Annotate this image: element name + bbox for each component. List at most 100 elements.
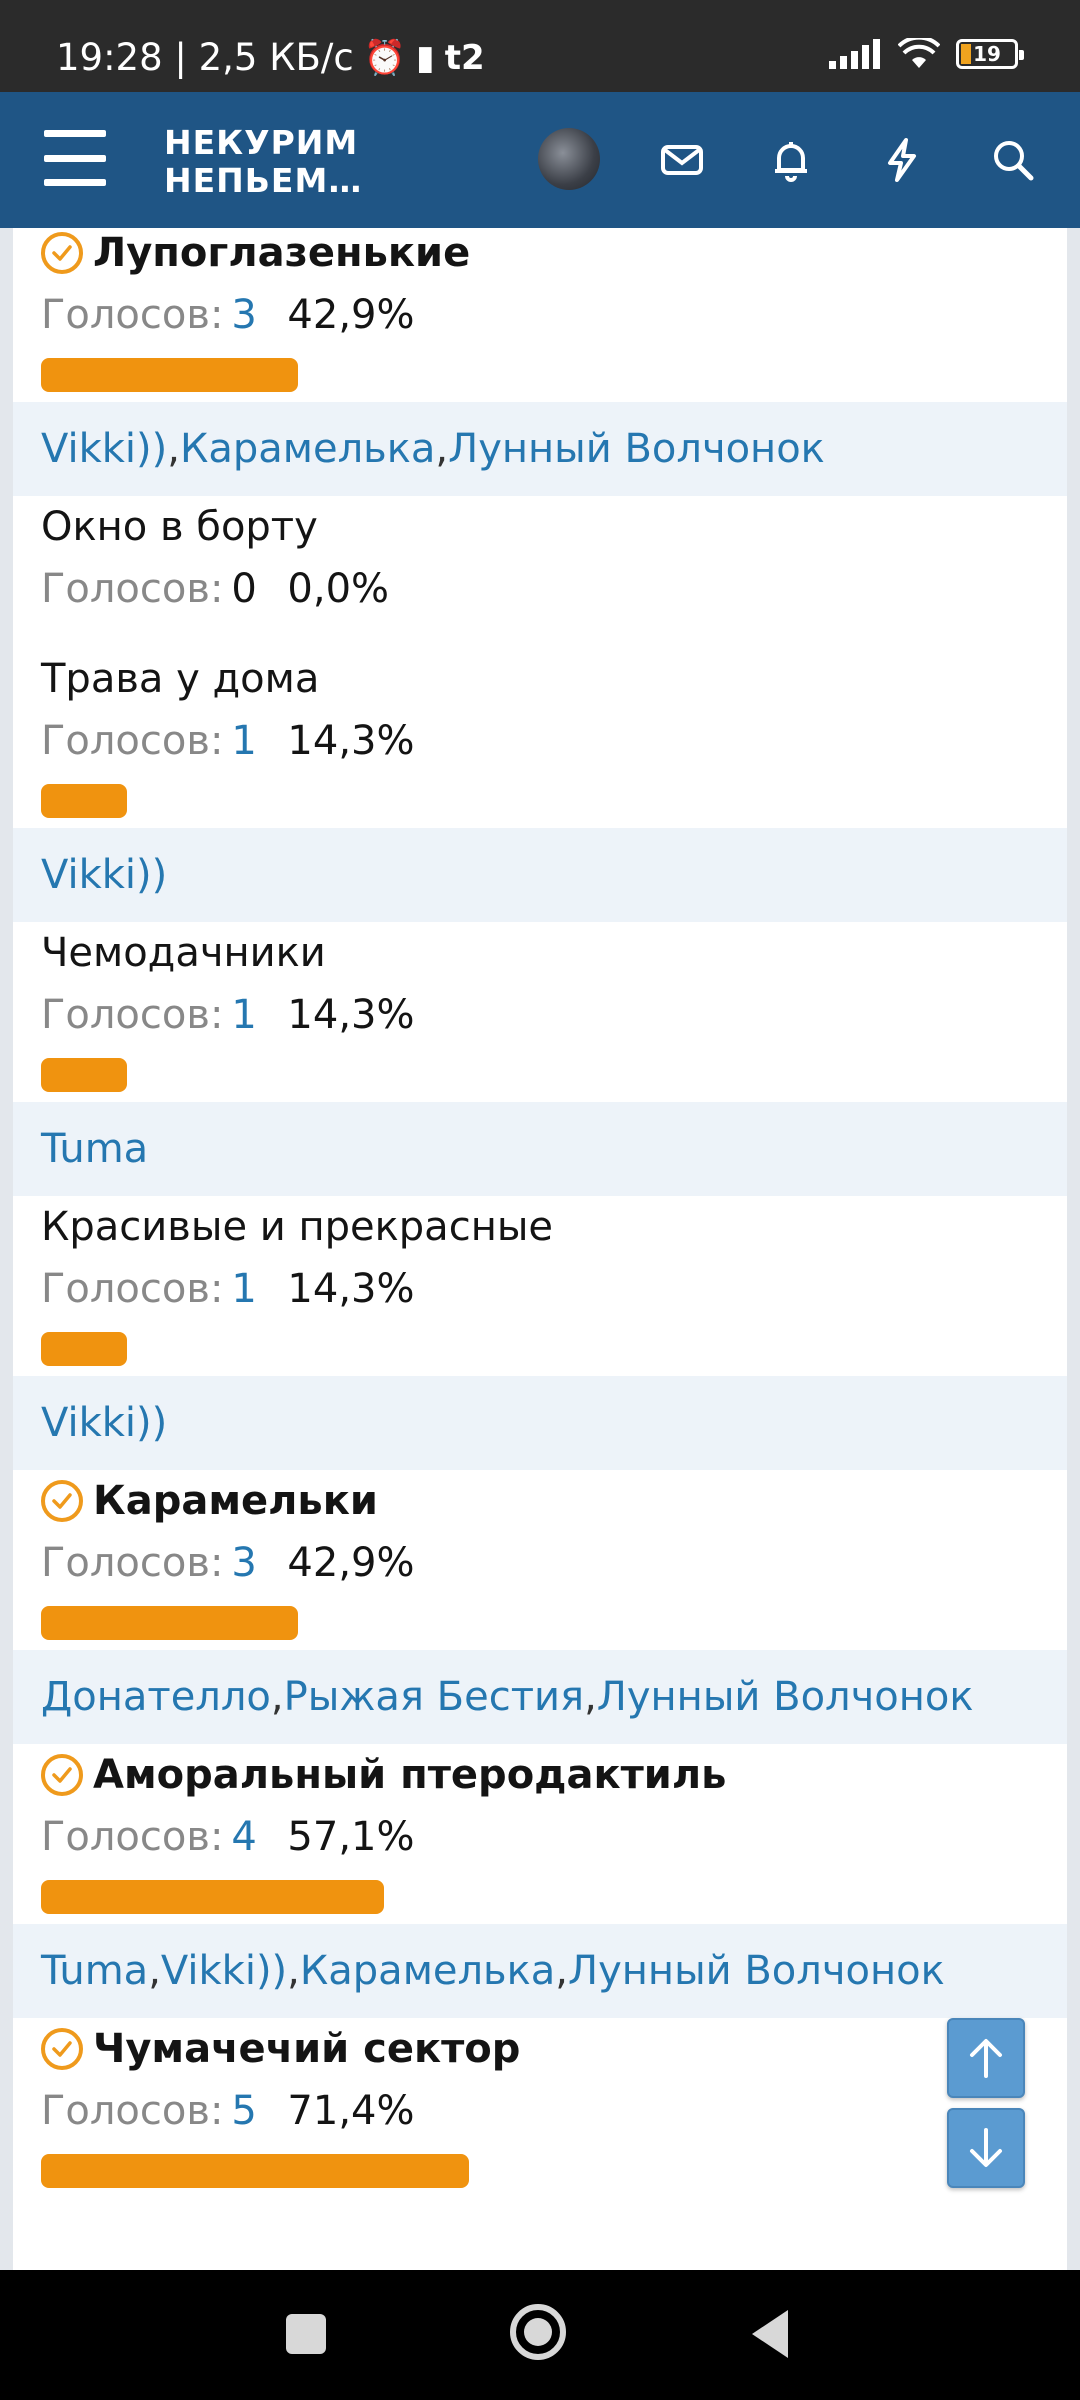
scroll-down-button[interactable] [947, 2108, 1025, 2188]
vote-count[interactable]: 4 [231, 1814, 287, 1860]
wifi-icon [898, 38, 940, 68]
vote-stats: Голосов: 5 71,4% [41, 2080, 1067, 2142]
option-title-text: Карамельки [93, 1478, 378, 1524]
battery-level: 19 [973, 42, 1001, 66]
poll-option: Окно в борту Голосов: 0 0,0% [13, 496, 1067, 648]
site-logo[interactable]: НЕКУРИМ НЕПЬЕМ… [164, 124, 362, 200]
vote-count[interactable]: 5 [231, 2088, 287, 2134]
vote-bar-track [41, 346, 1067, 402]
vote-percent: 14,3% [287, 992, 415, 1038]
vote-count[interactable]: 3 [231, 1540, 287, 1586]
voter-link[interactable]: Vikki)) [161, 1948, 287, 1994]
voter-separator: , [148, 1948, 161, 1994]
voter-link[interactable]: Vikki)) [41, 426, 167, 472]
vote-count[interactable]: 1 [231, 1266, 287, 1312]
vote-stats: Голосов: 3 42,9% [41, 1532, 1067, 1594]
vote-bar [41, 358, 298, 392]
voter-link[interactable]: Vikki)) [41, 852, 167, 898]
vote-bar-track [41, 2142, 1067, 2198]
check-circle-icon [41, 1754, 83, 1796]
poll-option: Аморальный птеродактиль Голосов: 4 57,1% [13, 1744, 1067, 1924]
vote-bar [41, 2154, 469, 2188]
vote-stats: Голосов: 1 14,3% [41, 1258, 1067, 1320]
voter-link[interactable]: Tuma [41, 1948, 148, 1994]
poll-option: Чемодачники Голосов: 1 14,3% [13, 922, 1067, 1102]
voters-list: Vikki)) [13, 828, 1067, 922]
status-bar: 19:28 | 2,5 КБ/с ⏰ ▮ t2 19 [0, 0, 1080, 92]
option-title-text: Лупоглазенькие [93, 230, 471, 276]
vote-bar-track [41, 1046, 1067, 1102]
voter-link[interactable]: Донателло [41, 1674, 271, 1720]
vote-percent: 14,3% [287, 718, 415, 764]
logo-line-2: НЕПЬЕМ… [164, 161, 363, 200]
home-button[interactable] [510, 2304, 566, 2360]
votes-label: Голосов: [41, 718, 224, 764]
alarm-icon: ⏰ [363, 37, 407, 78]
mail-icon[interactable] [654, 132, 710, 188]
vote-percent: 71,4% [287, 2088, 415, 2134]
vote-percent: 0,0% [287, 566, 390, 612]
poll-option: Лупоглазенькие Голосов: 3 42,9% [13, 228, 1067, 402]
option-title: Карамельки [41, 1470, 1067, 1532]
votes-label: Голосов: [41, 566, 224, 612]
voter-link[interactable]: Лунный Волчонок [568, 1948, 945, 1994]
carrier-label: t2 [444, 37, 485, 78]
option-title: Красивые и прекрасные [41, 1196, 1067, 1258]
option-title: Лупоглазенькие [41, 228, 1067, 284]
voter-link[interactable]: Vikki)) [41, 1400, 167, 1446]
votes-label: Голосов: [41, 992, 224, 1038]
menu-icon[interactable] [44, 130, 106, 186]
vote-stats: Голосов: 1 14,3% [41, 984, 1067, 1046]
vote-count[interactable]: 1 [231, 992, 287, 1038]
arrow-up-icon [970, 2039, 1002, 2078]
vote-percent: 42,9% [287, 292, 415, 338]
vote-bar [41, 1880, 384, 1914]
voters-list: Tuma [13, 1102, 1067, 1196]
voters-list: Tuma, Vikki)), Карамелька, Лунный Волчон… [13, 1924, 1067, 2018]
system-nav-bar [0, 2270, 1080, 2400]
voters-list: Vikki)), Карамелька, Лунный Волчонок [13, 402, 1067, 496]
scroll-up-button[interactable] [947, 2018, 1025, 2098]
option-title-text: Аморальный птеродактиль [93, 1752, 727, 1798]
option-title: Окно в борту [41, 496, 1067, 558]
voter-link[interactable]: Лунный Волчонок [448, 426, 825, 472]
signal-icon [829, 39, 880, 69]
voter-link[interactable]: Tuma [41, 1126, 148, 1172]
option-title-text: Окно в борту [41, 504, 318, 550]
votes-label: Голосов: [41, 1540, 224, 1586]
poll-option: Трава у дома Голосов: 1 14,3% [13, 648, 1067, 828]
vote-count[interactable]: 3 [231, 292, 287, 338]
recents-button[interactable] [286, 2314, 326, 2354]
poll-option: Чумачечий сектор Голосов: 5 71,4% [13, 2018, 1067, 2198]
voter-link[interactable]: Рыжая Бестия [284, 1674, 584, 1720]
vote-bar-track [41, 1868, 1067, 1924]
option-title-text: Трава у дома [41, 656, 320, 702]
time-and-speed: 19:28 | 2,5 КБ/с [56, 36, 354, 79]
logo-line-1: НЕКУРИМ [164, 123, 359, 162]
vote-count[interactable]: 1 [231, 718, 287, 764]
avatar[interactable] [538, 128, 600, 190]
vote-stats: Голосов: 1 14,3% [41, 710, 1067, 772]
voter-link[interactable]: Карамелька [180, 426, 435, 472]
poll-option: Карамельки Голосов: 3 42,9% [13, 1470, 1067, 1650]
vote-stats: Голосов: 0 0,0% [41, 558, 1067, 620]
votes-label: Голосов: [41, 2088, 224, 2134]
vote-bar-track [41, 1594, 1067, 1650]
vote-percent: 14,3% [287, 1266, 415, 1312]
option-title: Трава у дома [41, 648, 1067, 710]
bolt-icon[interactable] [874, 132, 930, 188]
search-icon[interactable] [985, 132, 1041, 188]
bell-icon[interactable] [763, 132, 819, 188]
vote-bar [41, 1606, 298, 1640]
voter-link[interactable]: Карамелька [300, 1948, 555, 1994]
option-title-text: Чемодачники [41, 930, 326, 976]
voter-link[interactable]: Лунный Волчонок [597, 1674, 974, 1720]
back-button[interactable] [752, 2310, 788, 2358]
arrow-down-icon [970, 2128, 1002, 2167]
voters-list: Vikki)) [13, 1376, 1067, 1470]
option-title: Чумачечий сектор [41, 2018, 1067, 2080]
votes-label: Голосов: [41, 292, 224, 338]
voter-separator: , [584, 1674, 597, 1720]
option-title: Аморальный птеродактиль [41, 1744, 1067, 1806]
vote-percent: 42,9% [287, 1540, 415, 1586]
